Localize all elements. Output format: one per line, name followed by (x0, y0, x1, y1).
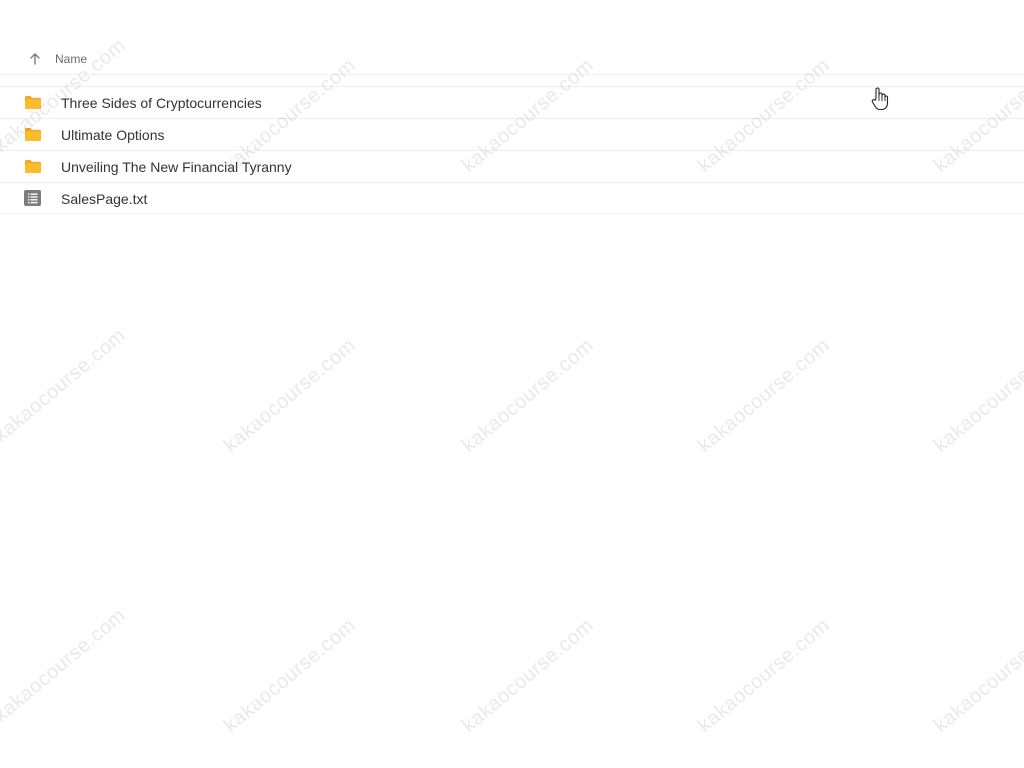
watermark: kakaocourse.com (220, 614, 360, 737)
watermark: kakaocourse.com (930, 334, 1024, 457)
list-header: Name (0, 44, 1024, 75)
list-item-folder[interactable]: Unveiling The New Financial Tyranny (0, 150, 1024, 182)
watermark: kakaocourse.com (220, 334, 360, 457)
watermark: kakaocourse.com (458, 334, 598, 457)
folder-icon (25, 96, 41, 109)
folder-icon (25, 128, 41, 141)
list-item-file[interactable]: SalesPage.txt (0, 182, 1024, 214)
watermark: kakaocourse.com (694, 614, 834, 737)
watermark: kakaocourse.com (930, 614, 1024, 737)
watermark: kakaocourse.com (458, 614, 598, 737)
watermark: kakaocourse.com (0, 604, 130, 727)
file-list: Three Sides of Cryptocurrencies Ultimate… (0, 86, 1024, 214)
watermark: kakaocourse.com (694, 334, 834, 457)
arrow-up-icon[interactable] (27, 51, 43, 67)
folder-icon (25, 160, 41, 173)
name-column-header[interactable]: Name (55, 52, 87, 66)
text-file-icon (24, 190, 41, 206)
list-item-folder[interactable]: Ultimate Options (0, 118, 1024, 150)
item-name: Ultimate Options (61, 127, 165, 143)
item-name: Three Sides of Cryptocurrencies (61, 95, 262, 111)
item-name: SalesPage.txt (61, 191, 148, 207)
item-name: Unveiling The New Financial Tyranny (61, 159, 292, 175)
list-item-folder[interactable]: Three Sides of Cryptocurrencies (0, 86, 1024, 118)
watermark: kakaocourse.com (0, 324, 130, 447)
